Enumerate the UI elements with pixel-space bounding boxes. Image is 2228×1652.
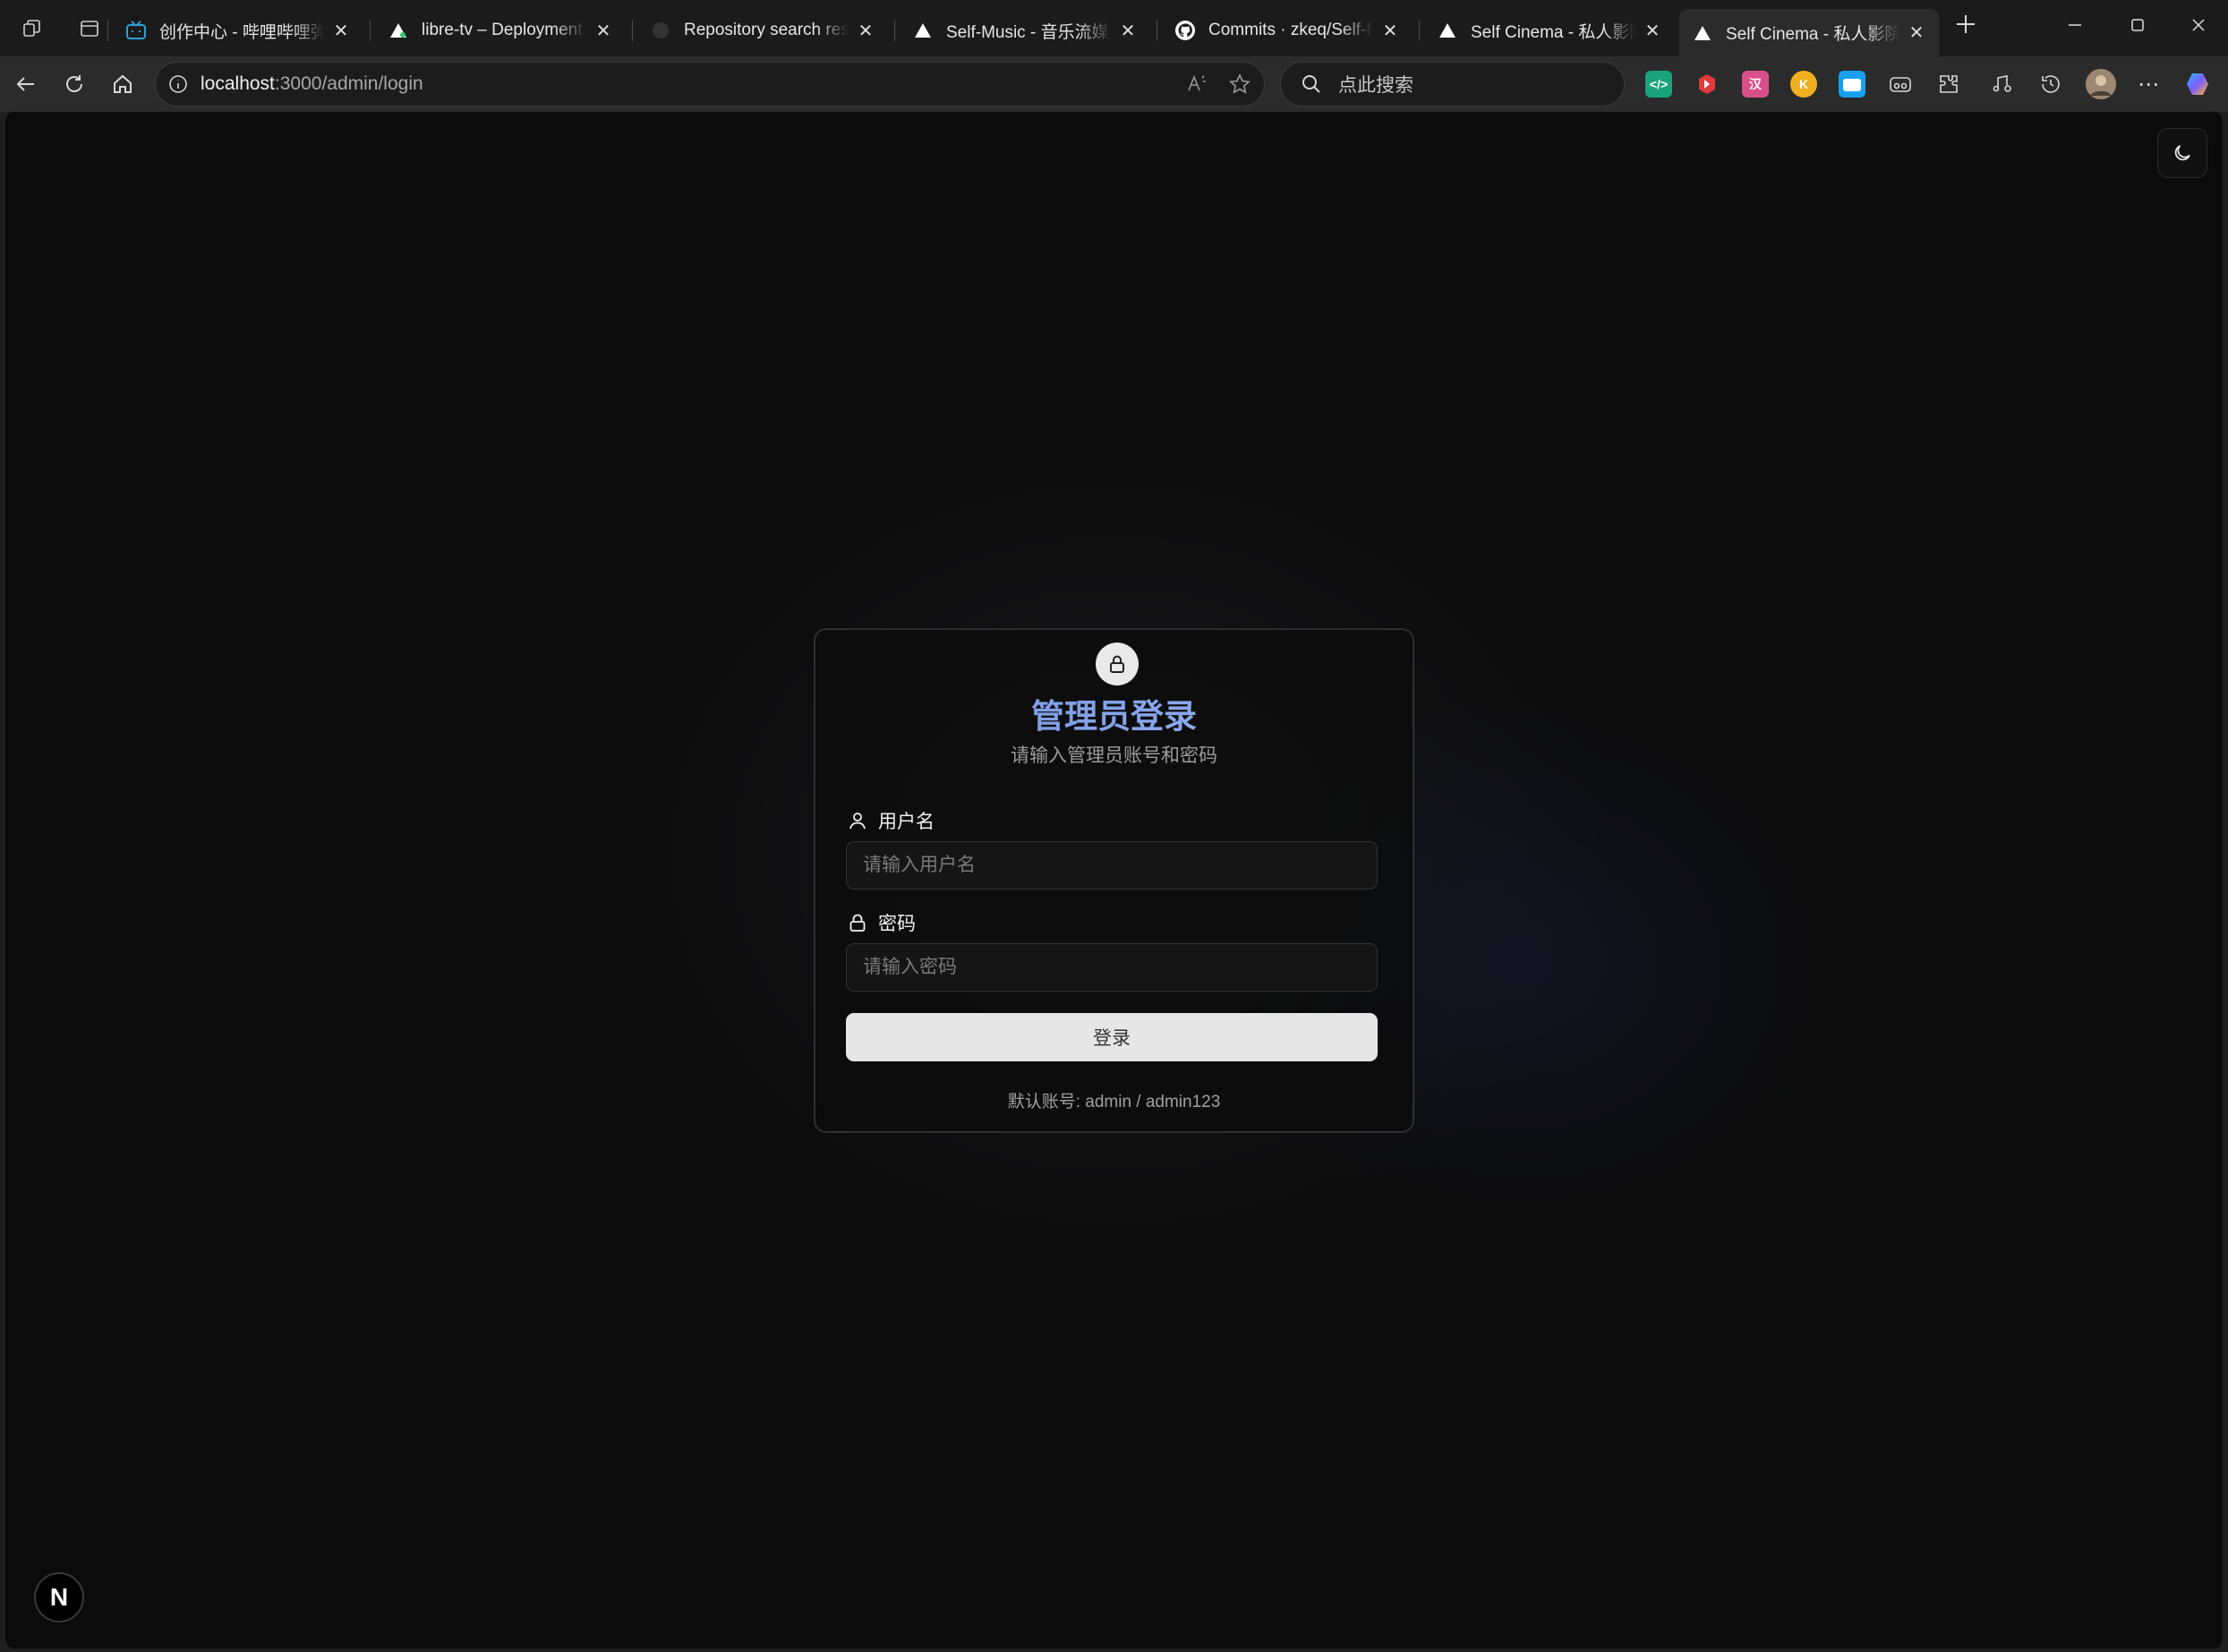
tab-separator [632,20,633,41]
tab-title: Self Cinema - 私人影院系 [1726,25,1899,44]
close-window-button[interactable] [2167,7,2228,48]
address-bar[interactable]: localhost:3000/admin/login [155,62,1265,106]
nextjs-dev-badge[interactable]: N [34,1572,84,1622]
search-icon [1302,75,1320,93]
favorite-star-icon[interactable] [1228,72,1251,96]
home-button[interactable] [104,65,141,103]
moon-icon [2174,145,2190,161]
login-button[interactable]: 登录 [846,1013,1378,1061]
tab-separator [370,20,371,41]
more-menu-icon[interactable]: ⋯ [2135,71,2162,98]
username-input[interactable] [846,841,1378,890]
tab-title: Repository search results [684,21,849,39]
navigation-toolbar: localhost:3000/admin/login 点此搜索 </> 汉 K [0,56,2228,112]
tab-separator [894,20,895,41]
page-viewport: 管理员登录 请输入管理员账号和密码 用户名 密码 登录 默认账号: admin … [5,112,2223,1648]
extension-code-icon[interactable]: </> [1645,71,1672,98]
maximize-button[interactable] [2106,7,2169,48]
close-icon[interactable]: ✕ [856,20,875,42]
close-icon[interactable]: ✕ [1380,20,1400,42]
extension-orange-icon[interactable]: K [1790,71,1817,98]
tab-title: Self-Music - 音乐流媒体 [946,22,1111,42]
search-placeholder: 点此搜索 [1338,75,1413,96]
close-icon[interactable]: ✕ [1907,21,1926,44]
password-label: 密码 [848,909,916,936]
address-bar-actions [1185,63,1251,106]
url-path: :3000/admin/login [274,73,423,94]
close-icon[interactable]: ✕ [331,20,351,42]
lock-icon [849,914,866,932]
vertical-tabs-icon[interactable] [72,11,107,47]
github-icon [1174,20,1196,41]
password-label-text: 密码 [878,914,916,934]
login-card: 管理员登录 请输入管理员账号和密码 用户名 密码 登录 默认账号: admin … [814,628,1414,1133]
minimize-button[interactable] [2044,7,2106,48]
username-label: 用户名 [848,807,935,834]
extension-red-icon[interactable] [1694,71,1720,98]
user-icon [849,813,866,830]
vercel-icon [388,20,409,41]
tab-bilibili[interactable]: 创作中心 - 哔哩哔哩弹幕 ✕ [113,7,363,54]
refresh-button[interactable] [55,65,93,103]
url-host: localhost [201,73,275,94]
tab-libre-tv[interactable]: libre-tv – Deployment Ov ✕ [375,7,626,54]
tab-strip: 创作中心 - 哔哩哔哩弹幕 ✕ libre-tv – Deployment Ov… [0,0,2228,56]
tab-self-music[interactable]: Self-Music - 音乐流媒体 ✕ [900,7,1150,54]
extensions-puzzle-icon[interactable] [1935,71,1962,98]
username-label-text: 用户名 [878,812,935,832]
extension-tv-icon[interactable] [1839,71,1865,98]
default-account-hint: 默认账号: admin / admin123 [1007,1093,1221,1111]
copilot-icon[interactable] [2184,71,2211,98]
tab-separator [1419,20,1420,41]
close-icon[interactable]: ✕ [593,20,613,42]
history-icon[interactable] [2037,71,2064,98]
page-title: 管理员登录 [815,689,1413,737]
close-icon[interactable]: ✕ [1118,20,1138,42]
url-text[interactable]: localhost:3000/admin/login [201,73,423,95]
vercel-icon [912,20,934,41]
read-aloud-icon[interactable] [1185,72,1208,96]
workspaces-icon[interactable] [14,11,50,47]
profile-avatar[interactable] [2086,69,2116,99]
tab-self-cinema-active[interactable]: Self Cinema - 私人影院系 ✕ [1679,9,1939,56]
github-icon [650,20,671,41]
password-input[interactable] [846,943,1378,992]
tab-commits[interactable]: Commits · zkeq/Self-Mus ✕ [1162,7,1413,54]
bilibili-icon [125,20,147,41]
tab-repository-search[interactable]: Repository search results ✕ [637,7,888,54]
theme-toggle-button[interactable] [2157,128,2207,178]
extension-translate-icon[interactable]: 汉 [1742,71,1769,98]
lock-icon [1096,643,1139,685]
back-button[interactable] [7,65,45,103]
new-tab-button[interactable] [1950,13,1982,45]
page-subtitle: 请输入管理员账号和密码 [1011,745,1217,766]
badge-label: N [49,1583,69,1611]
tab-title: libre-tv – Deployment Ov [422,21,586,39]
vercel-icon [1692,22,1713,44]
media-control-icon[interactable] [1989,71,2016,98]
tab-title: Commits · zkeq/Self-Mus [1208,21,1373,39]
extension-mask-icon[interactable] [1887,71,1914,98]
tab-title: Self Cinema - 私人影院系 [1471,22,1635,42]
tab-title: 创作中心 - 哔哩哔哩弹幕 [159,22,324,42]
tab-separator [107,20,108,41]
info-icon[interactable] [168,74,188,94]
search-box[interactable]: 点此搜索 [1280,62,1625,106]
browser-window: 创作中心 - 哔哩哔哩弹幕 ✕ libre-tv – Deployment Ov… [0,0,2228,1652]
vercel-icon [1437,20,1458,41]
close-icon[interactable]: ✕ [1643,20,1662,42]
tab-self-cinema[interactable]: Self Cinema - 私人影院系 ✕ [1424,7,1675,54]
